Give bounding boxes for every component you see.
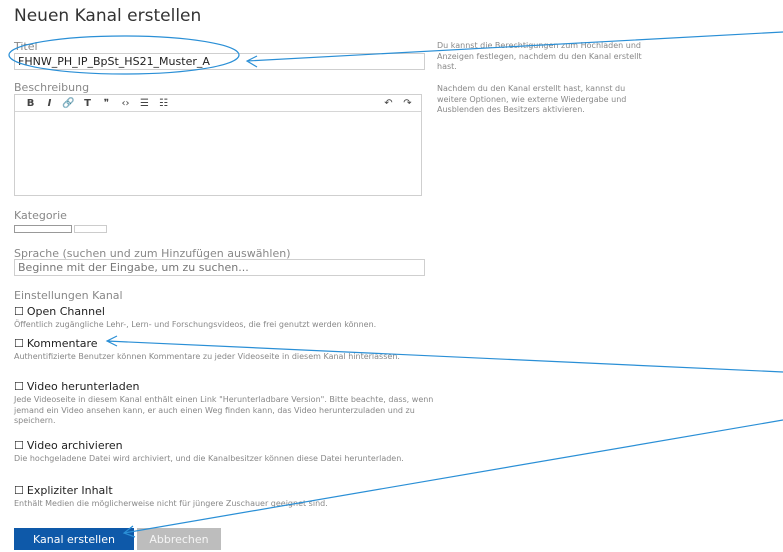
option-label: Expliziter Inhalt [26, 484, 113, 497]
undo-icon[interactable]: ↶ [379, 98, 398, 109]
option-description: Die hochgeladene Datei wird archiviert, … [14, 454, 404, 463]
category-subselect[interactable] [74, 225, 107, 233]
option-description: Jede Videoseite in diesem Kanal enthält … [14, 395, 434, 425]
create-channel-button[interactable]: Kanal erstellen [14, 528, 134, 550]
quote-icon[interactable]: ❞ [97, 98, 116, 109]
option-kommentare[interactable]: ☐ Kommentare [14, 337, 98, 350]
code-icon[interactable]: ‹› [116, 98, 135, 109]
option-open-channel[interactable]: ☐ Open Channel [14, 305, 105, 318]
checkbox-icon[interactable]: ☐ [14, 484, 24, 497]
annotation-arrow-submit [122, 419, 783, 538]
redo-icon[interactable]: ↷ [398, 98, 417, 109]
help-text-options: Nachdem du den Kanal erstellt hast, kann… [437, 84, 627, 114]
option-description: Enthält Medien die möglicherweise nicht … [14, 499, 328, 508]
settings-label: Einstellungen Kanal [14, 289, 123, 302]
cancel-button[interactable]: Abbrechen [137, 528, 221, 550]
language-input[interactable]: Beginne mit der Eingabe, um zu suchen... [14, 259, 425, 276]
editor-toolbar: B I 🔗 T ❞ ‹› ☰ ☷ ↶ ↷ [15, 95, 421, 112]
option-description: Authentifizierte Benutzer können Komment… [14, 352, 400, 361]
checkbox-icon[interactable]: ☐ [14, 439, 24, 452]
heading-icon[interactable]: T [78, 98, 97, 109]
title-label: Titel [14, 40, 38, 53]
title-value: FHNW_PH_IP_BpSt_HS21_Muster_A [18, 55, 210, 68]
category-label: Kategorie [14, 209, 67, 222]
bullet-list-icon[interactable]: ☰ [135, 98, 154, 109]
page-title: Neuen Kanal erstellen [14, 6, 202, 26]
numbered-list-icon[interactable]: ☷ [154, 98, 173, 109]
checkbox-icon[interactable]: ☐ [14, 380, 24, 393]
option-video-archivieren[interactable]: ☐ Video archivieren [14, 439, 123, 452]
option-label: Video herunterladen [26, 380, 140, 393]
help-text-permissions: Du kannst die Berechtigungen zum Hochlad… [437, 41, 642, 71]
option-label: Open Channel [26, 305, 105, 318]
category-select[interactable] [14, 225, 72, 233]
option-label: Kommentare [26, 337, 98, 350]
link-icon[interactable]: 🔗 [59, 98, 78, 109]
option-video-herunterladen[interactable]: ☐ Video herunterladen [14, 380, 140, 393]
title-input[interactable]: FHNW_PH_IP_BpSt_HS21_Muster_A [14, 53, 425, 70]
editor-body[interactable] [15, 112, 421, 195]
option-label: Video archivieren [26, 439, 123, 452]
checkbox-icon[interactable]: ☐ [14, 337, 24, 350]
checkbox-icon[interactable]: ☐ [14, 305, 24, 318]
italic-icon[interactable]: I [40, 98, 59, 109]
bold-icon[interactable]: B [21, 98, 40, 109]
language-placeholder: Beginne mit der Eingabe, um zu suchen... [18, 261, 249, 274]
description-label: Beschreibung [14, 81, 90, 94]
description-editor[interactable]: B I 🔗 T ❞ ‹› ☰ ☷ ↶ ↷ [14, 94, 422, 196]
option-description: Öffentlich zugängliche Lehr-, Lern- und … [14, 320, 377, 329]
option-expliziter-inhalt[interactable]: ☐ Expliziter Inhalt [14, 484, 113, 497]
